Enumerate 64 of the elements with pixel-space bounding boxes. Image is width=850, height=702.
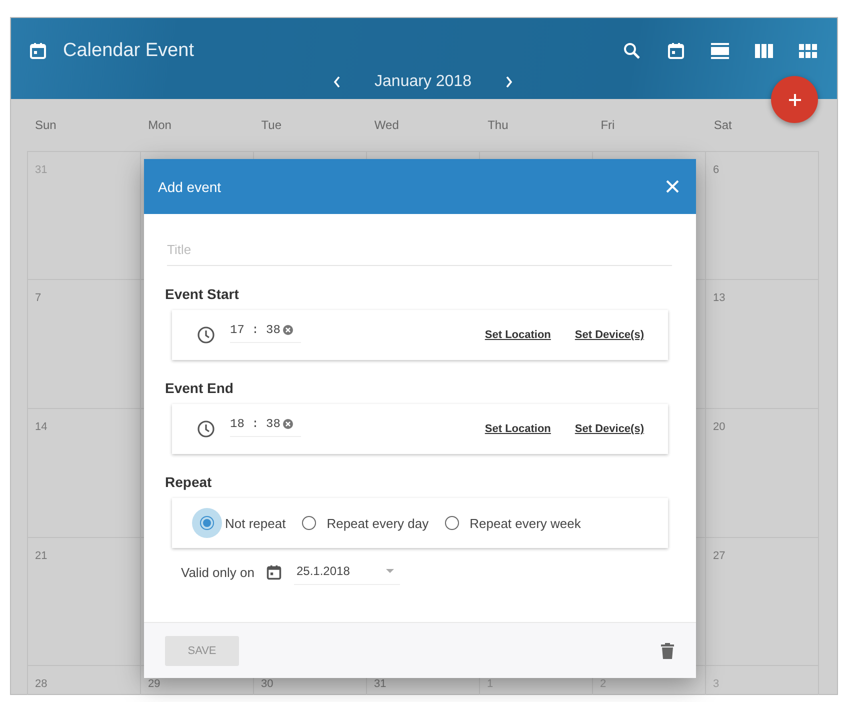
weekday-label: Mon	[147, 118, 172, 132]
weekday-label: Sat	[712, 118, 733, 132]
day-cell[interactable]: 7	[28, 280, 141, 408]
calendar-icon[interactable]	[667, 42, 685, 60]
card-link[interactable]: Set Device(s)	[574, 329, 644, 341]
clear-icon[interactable]	[283, 419, 294, 429]
weekday-label: Tue	[260, 118, 283, 132]
day-view-icon[interactable]	[711, 43, 729, 59]
day-cell[interactable]: 14	[28, 409, 141, 537]
plus-icon	[788, 92, 802, 106]
clock-icon	[197, 326, 215, 344]
week-view-icon[interactable]	[755, 44, 773, 58]
valid-label: Valid only on	[181, 565, 254, 580]
calendar-icon[interactable]	[266, 564, 282, 581]
day-cell[interactable]: 20	[706, 409, 819, 537]
day-number: 21	[35, 550, 48, 562]
day-number: 13	[713, 292, 726, 304]
day-number: 31	[374, 678, 386, 690]
weekday-label: Sun	[34, 118, 58, 132]
calendar-icon	[29, 42, 47, 60]
radio-button[interactable]	[302, 516, 316, 530]
weekday-label: Wed	[373, 118, 400, 132]
dialog-title: Add event	[158, 178, 222, 194]
day-cell[interactable]: 28	[28, 666, 141, 695]
close-icon[interactable]	[666, 180, 679, 193]
dropdown-icon	[386, 569, 394, 573]
day-number: 14	[35, 421, 48, 433]
day-number: 29	[148, 678, 160, 690]
day-cell[interactable]: 21	[28, 538, 141, 665]
day-number: 6	[713, 164, 720, 176]
section-heading: Event End	[165, 380, 234, 396]
day-cell[interactable]: 13	[706, 280, 819, 408]
time-field[interactable]: 17 : 38	[230, 321, 302, 343]
section-heading: Event Start	[165, 286, 240, 302]
radio-option[interactable]: Not repeat	[192, 508, 286, 538]
day-number: 28	[35, 678, 48, 690]
weekday-label: Fri	[600, 118, 616, 132]
day-number: 7	[35, 292, 42, 304]
radio-option[interactable]: Repeat every day	[294, 508, 429, 538]
month-label: January 2018	[374, 73, 472, 91]
clock-icon	[197, 420, 215, 438]
add-button[interactable]	[771, 76, 818, 123]
day-number: 27	[713, 550, 726, 562]
search-icon[interactable]	[623, 42, 641, 60]
radio-option[interactable]: Repeat every week	[436, 508, 581, 538]
section-heading: Repeat	[165, 474, 213, 490]
day-number: 30	[261, 678, 274, 690]
trash-icon[interactable]	[661, 642, 674, 658]
card-link[interactable]: Set Device(s)	[574, 423, 644, 435]
weekday-label: Thu	[486, 118, 510, 132]
radio-button[interactable]	[200, 516, 214, 530]
next-icon[interactable]	[505, 76, 514, 88]
app-title: Calendar Event	[63, 40, 194, 62]
clear-icon[interactable]	[283, 325, 294, 335]
card-link[interactable]: Set Location	[484, 423, 551, 435]
day-cell[interactable]: 6	[706, 152, 819, 279]
day-cell[interactable]: 27	[706, 538, 819, 665]
radio-button[interactable]	[444, 516, 459, 530]
card-link[interactable]: Set Location	[484, 329, 551, 341]
month-view-icon[interactable]	[799, 44, 817, 58]
day-number: 20	[713, 421, 726, 433]
time-field[interactable]: 18 : 38	[230, 415, 302, 437]
date-dropdown[interactable]: 25.1.2018	[294, 560, 400, 585]
previous-icon[interactable]	[332, 76, 341, 88]
